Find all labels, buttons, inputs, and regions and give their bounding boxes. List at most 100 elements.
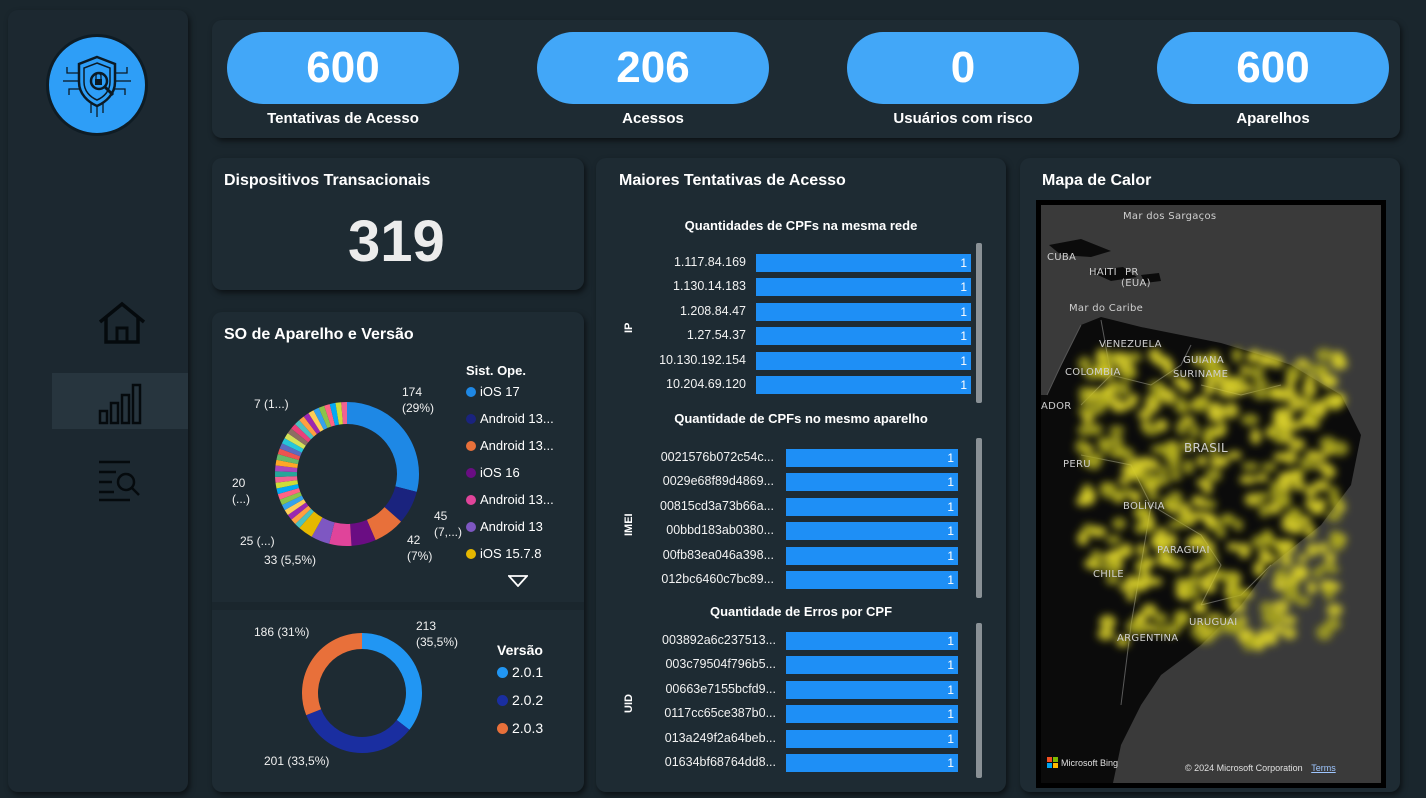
row-label: 10.130.192.154: [659, 352, 746, 367]
bar[interactable]: 1: [756, 327, 971, 346]
nav-home[interactable]: [52, 294, 188, 350]
bar[interactable]: 1: [786, 656, 958, 675]
bar[interactable]: 1: [786, 632, 958, 650]
donut-slice[interactable]: [311, 517, 335, 544]
donut-slice[interactable]: [303, 413, 321, 435]
donut-slice[interactable]: [318, 405, 332, 429]
donut-slice[interactable]: [324, 404, 336, 427]
donut-slice[interactable]: [277, 448, 301, 461]
donut-slice[interactable]: [276, 483, 300, 495]
heat-point: [1258, 503, 1270, 518]
legend-item[interactable]: Android 13...: [466, 492, 554, 507]
heat-point: [1318, 541, 1329, 554]
scrollbar[interactable]: [976, 438, 982, 598]
bar[interactable]: 1: [786, 680, 958, 699]
heat-point: [1247, 365, 1265, 380]
donut-slice[interactable]: [284, 498, 306, 516]
donut-slice[interactable]: [349, 519, 376, 546]
legend-item[interactable]: 2.0.2: [497, 692, 543, 708]
bar[interactable]: 1: [786, 522, 958, 541]
donut-slice[interactable]: [282, 495, 304, 511]
heat-point: [1205, 499, 1217, 510]
bar[interactable]: 1: [756, 302, 971, 321]
heat-point: [1231, 348, 1243, 363]
bar[interactable]: 1: [786, 497, 958, 516]
row-label: 003892a6c237513...: [662, 633, 776, 647]
donut-slice[interactable]: [329, 522, 352, 546]
heat-point: [1211, 427, 1226, 438]
bar[interactable]: 1: [756, 351, 971, 370]
heat-point: [1269, 486, 1281, 501]
heat-point: [1285, 575, 1298, 585]
heat-point: [1292, 480, 1306, 491]
legend-item[interactable]: 2.0.3: [497, 720, 543, 736]
donut-slice[interactable]: [295, 508, 315, 529]
donut-slice[interactable]: [276, 454, 299, 465]
bar[interactable]: 1: [786, 729, 958, 748]
heat-point: [1324, 552, 1337, 564]
donut-slice[interactable]: [306, 708, 410, 753]
donut-slice[interactable]: [287, 428, 309, 446]
legend-label: Android 13: [480, 519, 543, 534]
bar[interactable]: 1: [786, 705, 958, 724]
heat-point: [1323, 586, 1335, 601]
terms-link[interactable]: Terms: [1311, 763, 1336, 773]
donut-slice[interactable]: [275, 459, 299, 469]
bar[interactable]: 1: [756, 278, 971, 297]
heat-point: [1278, 539, 1297, 555]
donut-slice[interactable]: [287, 502, 309, 520]
legend-item[interactable]: Android 13: [466, 519, 543, 534]
heat-point: [1334, 504, 1347, 513]
scrollbar[interactable]: [976, 623, 982, 778]
heat-point: [1251, 535, 1266, 549]
donut-slice[interactable]: [291, 505, 312, 524]
donut-slice[interactable]: [295, 420, 314, 440]
donut-slice[interactable]: [291, 424, 311, 443]
bar[interactable]: 1: [756, 376, 971, 394]
heat-point: [1195, 600, 1207, 613]
bar[interactable]: 1: [786, 571, 958, 589]
donut-slice[interactable]: [299, 416, 318, 437]
bar[interactable]: 1: [786, 546, 958, 565]
legend-item[interactable]: Android 13...: [466, 438, 554, 453]
bing-label: Microsoft Bing: [1061, 757, 1119, 768]
heat-point: [1139, 569, 1151, 578]
donut-slice[interactable]: [308, 410, 324, 432]
donut-slice[interactable]: [284, 433, 306, 450]
donut-slice[interactable]: [346, 402, 419, 492]
nav-dashboard[interactable]: [52, 373, 188, 429]
so-donut-chart[interactable]: [272, 399, 422, 549]
heat-point: [1299, 456, 1315, 471]
legend-item[interactable]: Android 13...: [466, 411, 554, 426]
bar[interactable]: 1: [786, 754, 958, 772]
heat-point: [1170, 470, 1182, 482]
bar[interactable]: 1: [756, 254, 971, 272]
bar[interactable]: 1: [786, 449, 958, 467]
nav-search[interactable]: [52, 450, 188, 506]
donut-slice[interactable]: [329, 402, 340, 426]
donut-slice[interactable]: [279, 491, 302, 505]
bar[interactable]: 1: [786, 473, 958, 492]
donut-slice[interactable]: [384, 485, 417, 522]
legend-item[interactable]: 2.0.1: [497, 664, 543, 680]
heat-map[interactable]: Mar dos Sargaços CUBA HAITI PR (EUA) Mar…: [1036, 200, 1386, 788]
legend-item[interactable]: iOS 16: [466, 465, 520, 480]
donut-slice[interactable]: [299, 511, 323, 537]
donut-slice[interactable]: [313, 407, 328, 430]
heat-point: [1305, 410, 1319, 423]
legend-item[interactable]: iOS 15.7.8: [466, 546, 541, 561]
donut-slice[interactable]: [361, 633, 422, 730]
donut-slice[interactable]: [275, 480, 299, 489]
scrollbar[interactable]: [976, 243, 982, 403]
versao-donut-chart[interactable]: [297, 628, 427, 758]
donut-slice[interactable]: [281, 438, 304, 453]
heat-point: [1145, 458, 1160, 471]
heat-point: [1097, 627, 1115, 641]
legend-item[interactable]: iOS 17: [466, 384, 520, 399]
donut-slice[interactable]: [366, 506, 402, 541]
donut-slice[interactable]: [302, 633, 363, 716]
donut-slice[interactable]: [279, 443, 302, 457]
legend-scroll-down-icon[interactable]: [508, 575, 528, 587]
donut-slice[interactable]: [277, 487, 301, 500]
donut-slice[interactable]: [335, 402, 344, 425]
